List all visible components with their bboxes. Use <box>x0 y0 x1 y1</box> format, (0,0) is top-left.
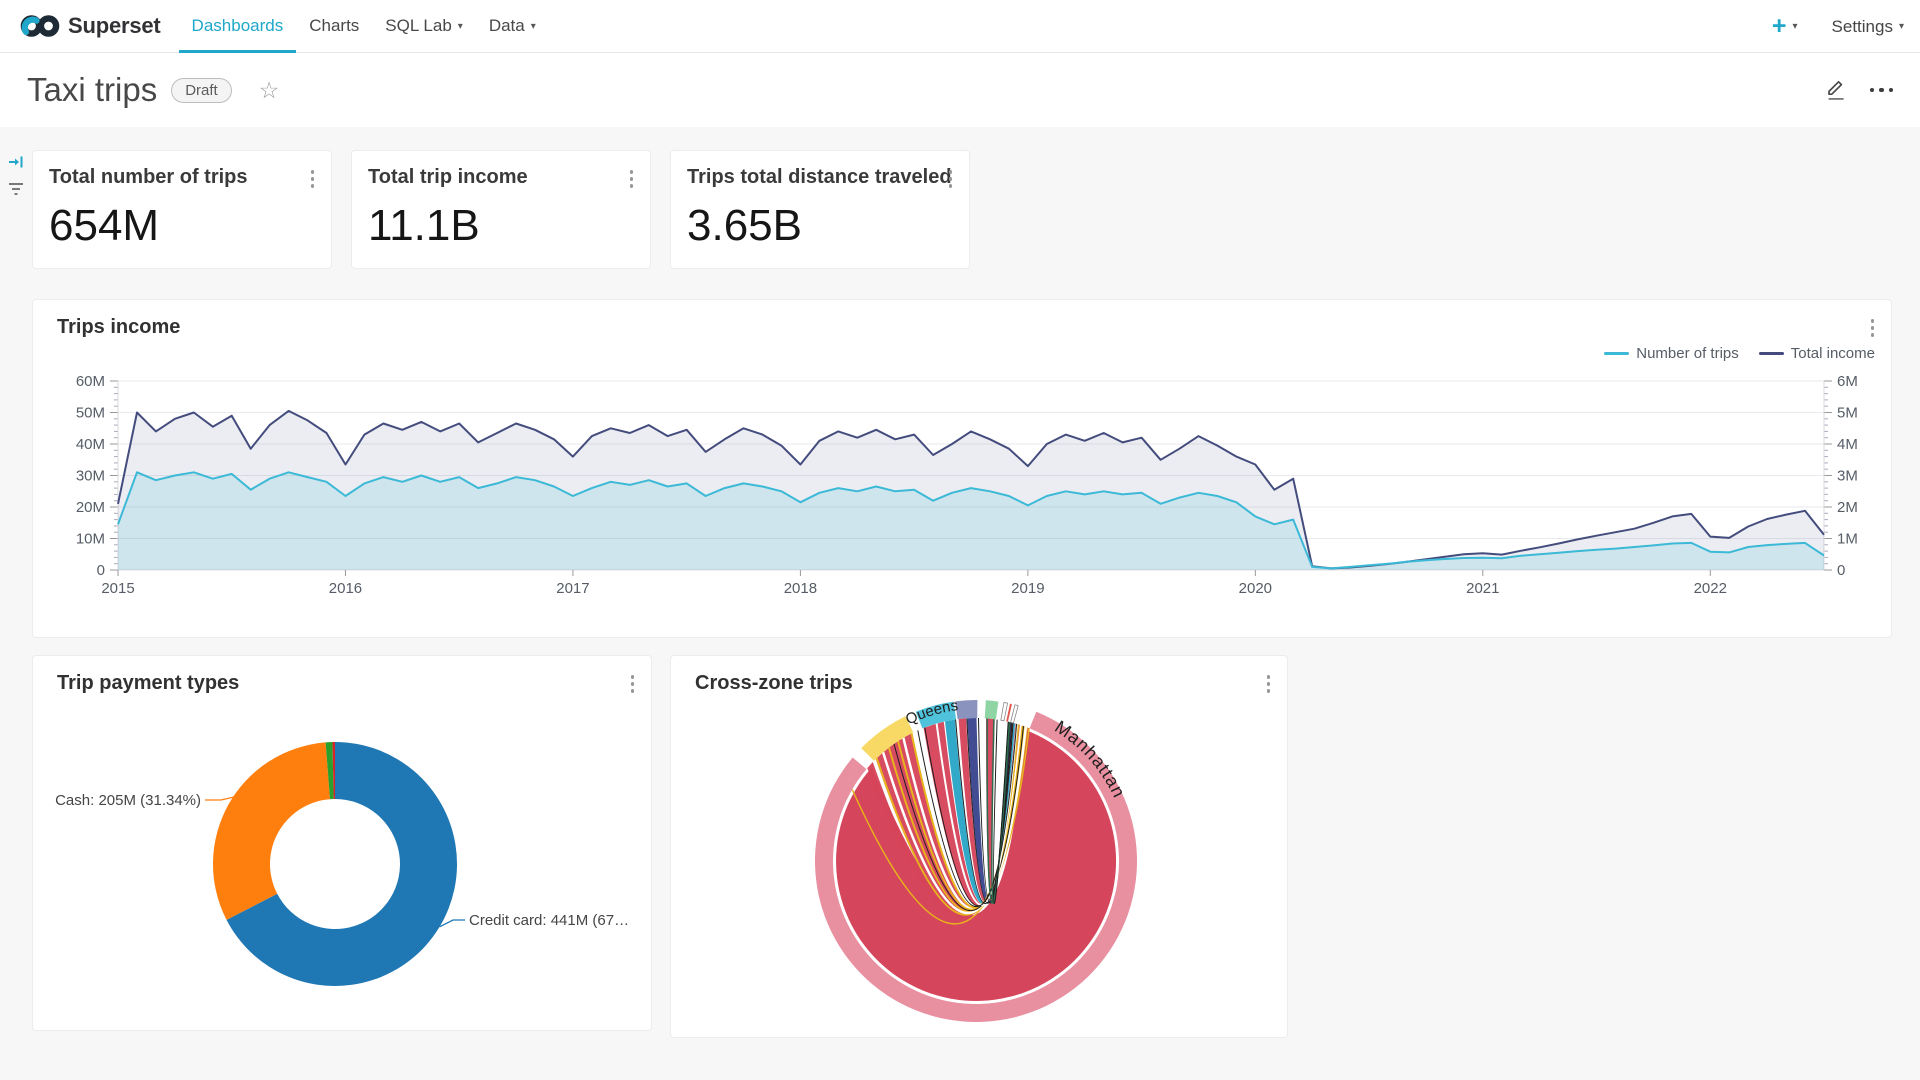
chord-segment[interactable] <box>1001 702 1008 720</box>
top-nav: Superset Dashboards Charts SQL Lab ▾ Dat… <box>0 0 1920 53</box>
kpi-card-distance: Trips total distance traveled 3.65B <box>670 150 970 269</box>
kpi-title: Total number of trips <box>49 166 315 189</box>
chevron-down-icon: ▾ <box>1793 21 1798 32</box>
nav-item-sql-lab[interactable]: SQL Lab ▾ <box>372 0 476 53</box>
svg-text:0: 0 <box>97 562 105 579</box>
nav-menu: Dashboards Charts SQL Lab ▾ Data ▾ <box>179 0 549 53</box>
superset-logo[interactable]: Superset <box>20 12 161 40</box>
more-actions-icon[interactable] <box>1870 88 1894 93</box>
kpi-value: 654M <box>49 201 315 251</box>
svg-text:60M: 60M <box>76 373 105 390</box>
plus-icon: + <box>1772 14 1787 39</box>
add-new-button[interactable]: + ▾ <box>1772 14 1798 39</box>
donut-slice[interactable] <box>213 742 330 920</box>
svg-text:30M: 30M <box>76 468 105 485</box>
page-title: Taxi trips <box>27 71 157 109</box>
nav-item-charts[interactable]: Charts <box>296 0 372 53</box>
trips-income-chart: 60M6M50M5M40M4M30M3M20M2M10M1M0020152016… <box>33 300 1891 637</box>
donut-label-credit-card: Credit card: 441M (67… <box>469 912 629 929</box>
chord-segment[interactable] <box>955 700 977 719</box>
svg-text:3M: 3M <box>1837 468 1858 485</box>
svg-text:5M: 5M <box>1837 405 1858 422</box>
svg-text:50M: 50M <box>76 405 105 422</box>
nav-item-data[interactable]: Data ▾ <box>476 0 549 53</box>
donut-label-cash: Cash: 205M (31.34%) <box>55 792 201 809</box>
brand-name: Superset <box>68 13 161 39</box>
nav-item-dashboards[interactable]: Dashboards <box>179 0 297 53</box>
kebab-menu-icon[interactable] <box>946 167 956 191</box>
svg-text:2019: 2019 <box>1011 580 1044 597</box>
chord-segment[interactable] <box>1011 705 1019 723</box>
kpi-card-total-trips: Total number of trips 654M <box>32 150 332 269</box>
svg-text:6M: 6M <box>1837 373 1858 390</box>
status-badge: Draft <box>171 78 232 103</box>
svg-text:0: 0 <box>1837 562 1845 579</box>
expand-filter-bar-icon[interactable] <box>7 153 25 171</box>
chevron-down-icon: ▾ <box>458 21 463 32</box>
trip-payment-types-chart: Cash: 205M (31.34%) Credit card: 441M (67… <box>33 656 651 1030</box>
filter-icon[interactable] <box>7 181 25 197</box>
kebab-menu-icon[interactable] <box>627 167 637 191</box>
svg-text:2020: 2020 <box>1239 580 1272 597</box>
dashboard-header: Taxi trips Draft ☆ <box>0 53 1920 127</box>
favorite-star-icon[interactable]: ☆ <box>259 77 280 104</box>
svg-text:1M: 1M <box>1837 531 1858 548</box>
panel-trip-payment-types: Trip payment types Cash: 205M (31.34%)Cr… <box>32 655 652 1031</box>
panel-cross-zone-trips: Cross-zone trips QueensManhattan <box>670 655 1288 1038</box>
svg-text:2022: 2022 <box>1694 580 1727 597</box>
svg-text:2021: 2021 <box>1466 580 1499 597</box>
infinity-logo-icon <box>20 12 60 40</box>
kpi-title: Total trip income <box>368 166 634 189</box>
svg-text:2015: 2015 <box>101 580 134 597</box>
svg-text:2016: 2016 <box>329 580 362 597</box>
filter-rail <box>7 153 25 197</box>
svg-text:40M: 40M <box>76 436 105 453</box>
kpi-card-trip-income: Total trip income 11.1B <box>351 150 651 269</box>
panel-trips-income: Trips income Number of tripsTotal income… <box>32 299 1892 638</box>
svg-text:10M: 10M <box>76 531 105 548</box>
dashboard-body: Total number of trips 654M Total trip in… <box>0 127 1920 1080</box>
kpi-title: Trips total distance traveled <box>687 166 953 189</box>
settings-menu[interactable]: Settings ▾ <box>1832 17 1904 37</box>
kebab-menu-icon[interactable] <box>308 167 318 191</box>
svg-text:2017: 2017 <box>556 580 589 597</box>
svg-text:2M: 2M <box>1837 499 1858 516</box>
chevron-down-icon: ▾ <box>1899 21 1904 32</box>
nav-right: + ▾ Settings ▾ <box>1772 0 1904 53</box>
svg-text:4M: 4M <box>1837 436 1858 453</box>
svg-text:20M: 20M <box>76 499 105 516</box>
chevron-down-icon: ▾ <box>531 21 536 32</box>
edit-pencil-icon[interactable] <box>1824 78 1848 102</box>
cross-zone-trips-chart: QueensManhattan <box>671 656 1287 1037</box>
svg-text:2018: 2018 <box>784 580 817 597</box>
kpi-value: 11.1B <box>368 201 634 251</box>
kpi-value: 3.65B <box>687 201 953 251</box>
chord-segment[interactable] <box>985 700 999 719</box>
